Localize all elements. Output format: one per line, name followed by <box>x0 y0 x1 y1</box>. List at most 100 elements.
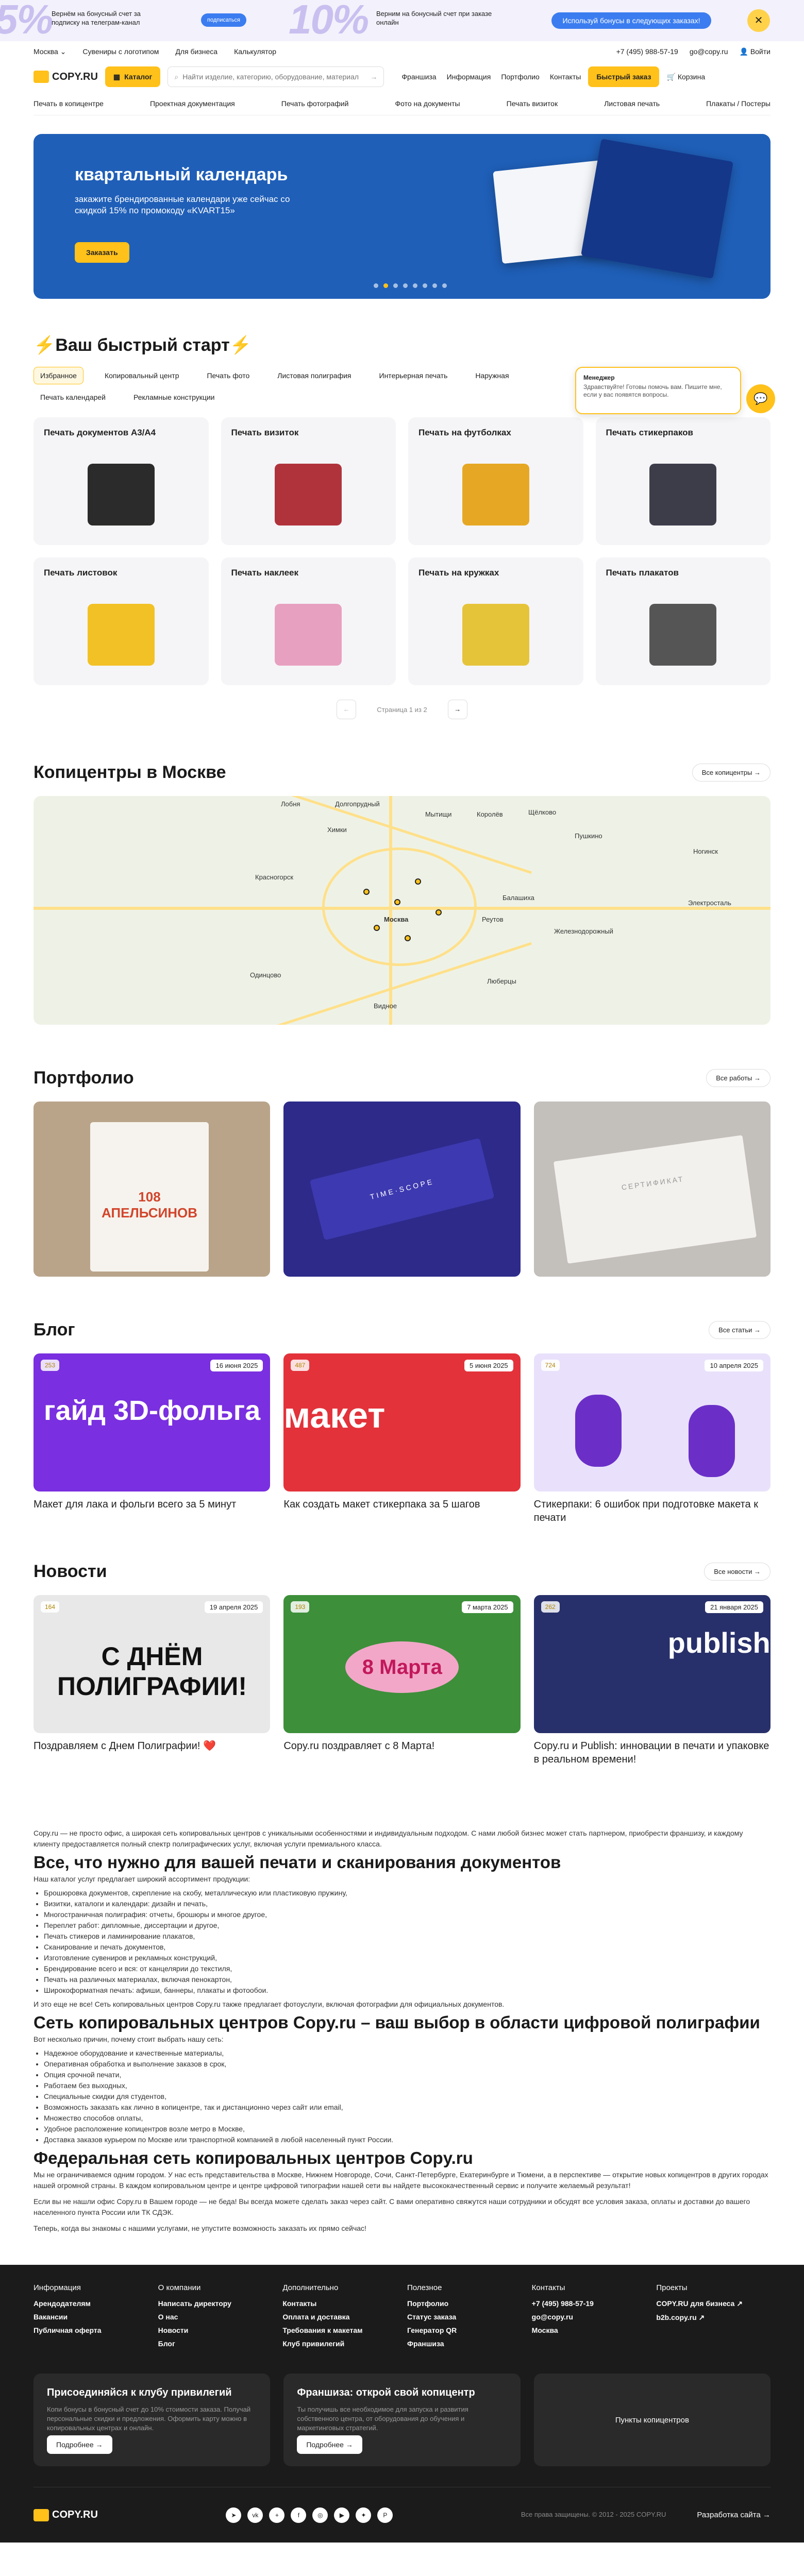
nav-contacts[interactable]: Контакты <box>550 73 581 81</box>
footer-link[interactable]: Блог <box>158 2340 273 2348</box>
footer-link[interactable]: О нас <box>158 2313 273 2321</box>
tab-advertising[interactable]: Рекламные конструкции <box>127 388 221 406</box>
product-card[interactable]: Печать на футболках <box>408 417 583 545</box>
footer-link[interactable]: Оплата и доставка <box>282 2313 397 2321</box>
footer-link[interactable]: Москва <box>532 2326 646 2334</box>
search-box[interactable]: ⌕ → <box>167 66 384 87</box>
catalog-button[interactable]: ▦ Каталог <box>105 66 161 87</box>
logo[interactable]: COPY.RU <box>34 71 98 83</box>
close-icon[interactable]: ✕ <box>747 9 770 32</box>
top-link[interactable]: Калькулятор <box>234 47 276 56</box>
promo-cta-button[interactable]: Используй бонусы в следующих заказах! <box>551 12 711 29</box>
instagram-icon[interactable]: ◎ <box>312 2507 328 2523</box>
product-card[interactable]: Печать листовок <box>34 557 209 685</box>
all-centers-link[interactable]: Все копицентры → <box>692 764 770 782</box>
footer-link[interactable]: Арендодателям <box>34 2299 148 2308</box>
club-more-button[interactable]: Подробнее → <box>47 2435 112 2454</box>
telegram-icon[interactable]: ➤ <box>226 2507 242 2523</box>
top-link[interactable]: Для бизнеса <box>175 47 217 56</box>
cart-button[interactable]: 🛒 Корзина <box>666 73 705 81</box>
footer-link[interactable]: b2b.copy.ru ↗ <box>656 2313 770 2322</box>
category-link[interactable]: Проектная документация <box>150 99 235 108</box>
all-news-link[interactable]: Все новости → <box>704 1563 770 1581</box>
product-card[interactable]: Печать стикерпаков <box>595 417 770 545</box>
tab-sheet[interactable]: Листовая полиграфия <box>271 367 358 384</box>
nav-portfolio[interactable]: Портфолио <box>501 73 540 81</box>
cart-icon: 🛒 <box>666 72 676 81</box>
map[interactable]: Долгопрудный Мытищи Королёв Щёлково Химк… <box>34 796 770 1025</box>
footer-link[interactable]: Франшиза <box>407 2340 522 2348</box>
city-selector[interactable]: Москва ⌄ <box>34 47 66 56</box>
footer-link[interactable]: Требования к макетам <box>282 2326 397 2334</box>
pinterest-icon[interactable]: P <box>377 2507 393 2523</box>
news-card[interactable]: С ДНЁМ ПОЛИГРАФИИ! 164 19 апреля 2025 Позд… <box>34 1595 271 1766</box>
footer-link[interactable]: Клуб привилегий <box>282 2340 397 2348</box>
footer-link[interactable]: Новости <box>158 2326 273 2334</box>
login-button[interactable]: 👤 Войти <box>739 47 770 56</box>
footer-link[interactable]: COPY.RU для бизнеса ↗ <box>656 2299 770 2308</box>
phone-link[interactable]: +7 (495) 988-57-19 <box>616 47 678 56</box>
footer-link[interactable]: Генератор QR <box>407 2326 522 2334</box>
all-works-link[interactable]: Все работы → <box>706 1069 770 1087</box>
category-link[interactable]: Плакаты / Постеры <box>706 99 770 108</box>
category-link[interactable]: Фото на документы <box>395 99 460 108</box>
vk-icon[interactable]: vk <box>247 2507 263 2523</box>
product-card[interactable]: Печать плакатов <box>595 557 770 685</box>
quick-order-button[interactable]: Быстрый заказ <box>588 66 660 87</box>
nav-info[interactable]: Информация <box>447 73 491 81</box>
points-card[interactable]: Пункты копицентров <box>533 2374 770 2466</box>
blog-card[interactable]: 724 10 апреля 2025 Стикерпаки: 6 ошибок п… <box>533 1353 770 1524</box>
footer-link[interactable]: Вакансии <box>34 2313 148 2321</box>
top-link[interactable]: Сувениры с логотипом <box>82 47 159 56</box>
category-link[interactable]: Печать визиток <box>507 99 558 108</box>
product-card[interactable]: Печать на кружках <box>408 557 583 685</box>
portfolio-card[interactable]: TIME·SCOPE <box>283 1101 521 1277</box>
search-input[interactable] <box>182 73 366 81</box>
dzen-icon[interactable]: ✦ <box>356 2507 372 2523</box>
blog-card[interactable]: гайд 3D-фольга и 253 16 июня 2025 Макет дл… <box>34 1353 271 1524</box>
facebook-icon[interactable]: f <box>291 2507 307 2523</box>
tab-favorites[interactable]: Избранное <box>34 367 83 384</box>
nav-franchise[interactable]: Франшиза <box>401 73 436 81</box>
footer-link[interactable]: Написать директору <box>158 2299 273 2308</box>
hero-order-button[interactable]: Заказать <box>75 242 129 263</box>
category-link[interactable]: Листовая печать <box>604 99 660 108</box>
chat-icon[interactable]: 💬 <box>746 384 775 413</box>
tab-interior[interactable]: Интерьерная печать <box>373 367 455 384</box>
tab-photo[interactable]: Печать фото <box>200 367 256 384</box>
footer-link[interactable]: Публичная оферта <box>34 2326 148 2334</box>
news-card[interactable]: publish 262 21 января 2025 Copy.ru и Publi… <box>533 1595 770 1766</box>
email-link[interactable]: go@copy.ru <box>690 47 728 56</box>
footer-link[interactable]: go@copy.ru <box>532 2313 646 2321</box>
all-articles-link[interactable]: Все статьи → <box>709 1321 770 1339</box>
arrow-right-icon[interactable]: → <box>370 73 377 81</box>
product-card[interactable]: Печать визиток <box>221 417 396 545</box>
news-card[interactable]: 8 Марта 193 7 марта 2025 Copy.ru поздравля… <box>283 1595 521 1766</box>
tab-calendars[interactable]: Печать календарей <box>34 388 112 406</box>
slider-dots[interactable] <box>374 283 447 288</box>
footer-link[interactable]: Контакты <box>282 2299 397 2308</box>
chat-popup[interactable]: Менеджер Здравствуйте! Готовы помочь вам… <box>575 367 741 414</box>
tab-outdoor[interactable]: Наружная <box>468 367 515 384</box>
footer-link[interactable]: Статус заказа <box>407 2313 522 2321</box>
category-link[interactable]: Печать фотографий <box>281 99 349 108</box>
footer-logo[interactable]: COPY.RU <box>34 2509 98 2521</box>
subscribe-pill[interactable]: подписаться <box>201 13 246 27</box>
portfolio-card[interactable]: СЕРТИФИКАТ <box>533 1101 770 1277</box>
tab-copy-center[interactable]: Копировальный центр <box>98 367 186 384</box>
footer-link[interactable]: Портфолио <box>407 2299 522 2308</box>
hero-banner[interactable]: квартальный календарь закажите брендиров… <box>34 134 770 299</box>
prev-page-button[interactable]: ← <box>337 700 357 719</box>
product-card[interactable]: Печать наклеек <box>221 557 396 685</box>
plus-icon[interactable]: + <box>269 2507 285 2523</box>
category-link[interactable]: Печать в копицентре <box>34 99 104 108</box>
portfolio-card[interactable]: 108 АПЕЛЬСИНОВ <box>34 1101 271 1277</box>
franchise-more-button[interactable]: Подробнее → <box>297 2435 362 2454</box>
next-page-button[interactable]: → <box>447 700 467 719</box>
footer-link[interactable]: +7 (495) 988-57-19 <box>532 2299 646 2308</box>
blog-card[interactable]: макет 487 5 июня 2025 Как создать макет ст… <box>283 1353 521 1524</box>
product-card[interactable]: Печать документов А3/А4 <box>34 417 209 545</box>
promo-left-text: Вернём на бонусный счет за подписку на т… <box>52 10 141 26</box>
developer-link[interactable]: Разработка сайта → <box>697 2511 770 2519</box>
youtube-icon[interactable]: ▶ <box>334 2507 350 2523</box>
